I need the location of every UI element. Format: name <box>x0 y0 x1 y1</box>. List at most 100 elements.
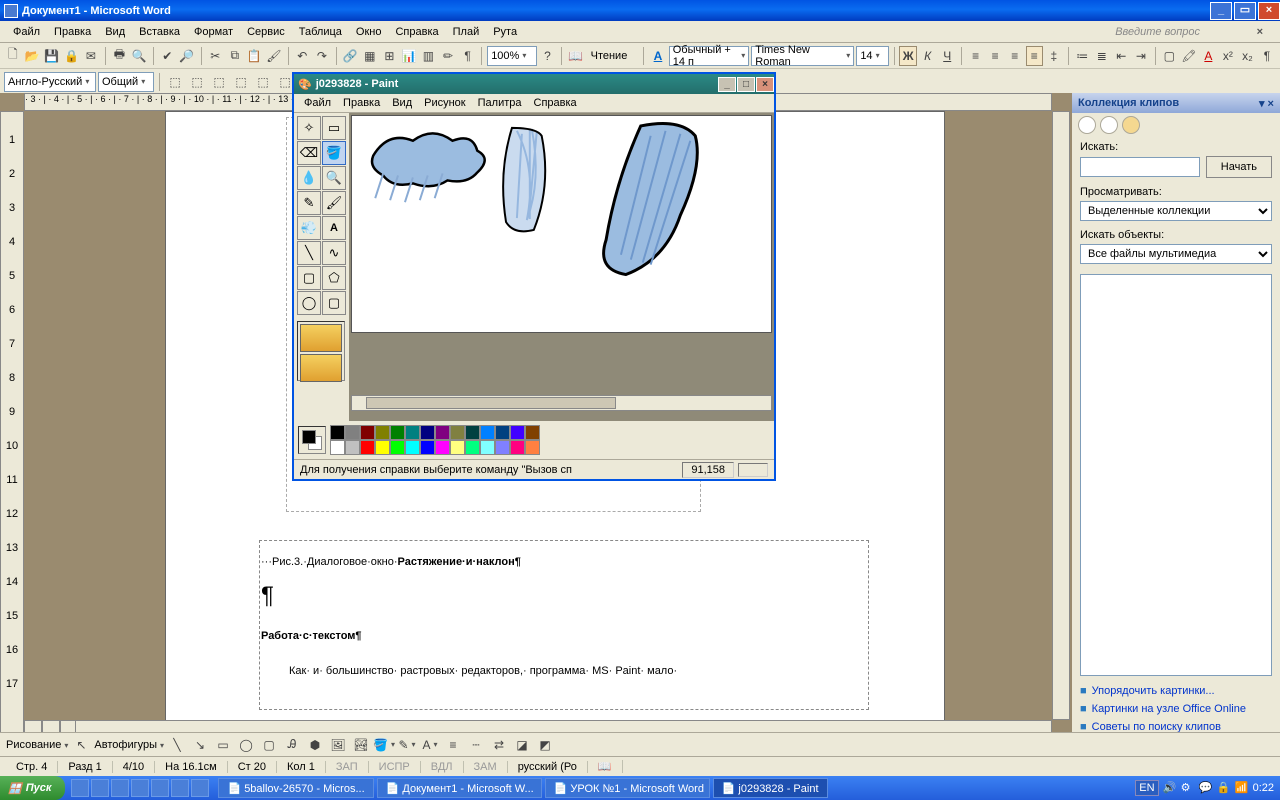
paint-menu-item[interactable]: Рисунок <box>418 96 472 110</box>
menu-окно[interactable]: Окно <box>349 24 389 40</box>
font-combo[interactable]: Times New Roman <box>751 46 854 66</box>
paint-close-btn[interactable]: × <box>756 77 774 92</box>
undo-icon[interactable]: ↶ <box>294 46 312 66</box>
tool-icon-5[interactable]: ⬚ <box>253 72 273 92</box>
copy-icon[interactable]: ⧉ <box>226 46 244 66</box>
spelling-icon[interactable]: ✔ <box>159 46 177 66</box>
menu-таблица[interactable]: Таблица <box>292 24 349 40</box>
color-swatch[interactable] <box>525 440 540 455</box>
start-button[interactable]: 🪟 Пуск <box>0 776 65 800</box>
font-color-icon[interactable]: А <box>1200 46 1218 66</box>
color-swatch[interactable] <box>420 440 435 455</box>
maximize-btn[interactable]: ▭ <box>1234 2 1256 20</box>
paint-menu-item[interactable]: Палитра <box>472 96 528 110</box>
picker-icon[interactable]: 💧 <box>297 166 321 190</box>
align-left-icon[interactable]: ≡ <box>967 46 985 66</box>
color-swatch[interactable] <box>390 440 405 455</box>
color-swatch[interactable] <box>465 425 480 440</box>
taskbar-button[interactable]: 📄 Документ1 - Microsoft W... <box>377 778 542 798</box>
browse-select[interactable]: Выделенные коллекции <box>1080 201 1272 221</box>
docmap-icon[interactable]: ¶ <box>459 46 477 66</box>
cut-icon[interactable]: ✂ <box>207 46 225 66</box>
color-swatch[interactable] <box>450 425 465 440</box>
color-swatch[interactable] <box>330 440 345 455</box>
curve-icon[interactable]: ∿ <box>322 241 346 265</box>
ruler-vertical[interactable]: 1234567891011121314151617 <box>0 111 24 736</box>
color-swatch[interactable] <box>405 440 420 455</box>
back-icon[interactable] <box>1078 116 1096 134</box>
insert-table-icon[interactable]: ⊞ <box>381 46 399 66</box>
color-swatch[interactable] <box>420 425 435 440</box>
menu-рута[interactable]: Рута <box>486 24 524 40</box>
drawing-menu[interactable]: Рисование <box>6 739 68 751</box>
tray-icon-1[interactable]: 🔊 <box>1163 781 1177 795</box>
color-swatch[interactable] <box>510 425 525 440</box>
read-icon[interactable]: 📖 <box>567 46 585 66</box>
clipart-icon[interactable]: 🖼 <box>328 735 348 755</box>
online-link[interactable]: Картинки на узле Office Online <box>1072 700 1280 718</box>
arrow-tool-icon[interactable]: ↘ <box>190 735 210 755</box>
color-swatch[interactable] <box>390 425 405 440</box>
read-label[interactable]: Чтение <box>587 50 632 62</box>
shadow-icon[interactable]: ◪ <box>512 735 532 755</box>
brush-icon[interactable]: 🖌 <box>322 191 346 215</box>
indent-icon[interactable]: ⇥ <box>1132 46 1150 66</box>
paint-menu-item[interactable]: Файл <box>298 96 337 110</box>
autoshapes-menu[interactable]: Автофигуры <box>94 739 164 751</box>
picture-icon[interactable]: 🏞 <box>351 735 371 755</box>
color-swatch[interactable] <box>495 425 510 440</box>
drawing-icon[interactable]: ✏ <box>439 46 457 66</box>
outdent-icon[interactable]: ⇤ <box>1113 46 1131 66</box>
3d-icon[interactable]: ◩ <box>535 735 555 755</box>
color-swatch[interactable] <box>465 440 480 455</box>
mode-combo[interactable]: Общий <box>98 72 154 92</box>
color-swatch[interactable] <box>345 425 360 440</box>
permission-icon[interactable]: 🔒 <box>63 46 81 66</box>
menu-вид[interactable]: Вид <box>98 24 132 40</box>
line-tool-icon[interactable]: ╲ <box>167 735 187 755</box>
color-swatch[interactable] <box>435 440 450 455</box>
color-swatch[interactable] <box>360 440 375 455</box>
paint-window[interactable]: 🎨 j0293828 - Paint _ □ × ФайлПравкаВидРи… <box>292 72 776 481</box>
color-swatch[interactable] <box>525 425 540 440</box>
arrow-style-icon[interactable]: ⇄ <box>489 735 509 755</box>
superscript-icon[interactable]: x² <box>1219 46 1237 66</box>
color-swatch[interactable] <box>375 440 390 455</box>
taskbar-button[interactable]: 📄 5ballov-26570 - Micros... <box>218 778 373 798</box>
select-objects-icon[interactable]: ↖ <box>71 735 91 755</box>
borders-icon[interactable]: ▢ <box>1161 46 1179 66</box>
bold-icon[interactable]: Ж <box>899 46 917 66</box>
roundrect-icon[interactable]: ▢ <box>322 291 346 315</box>
numbering-icon[interactable]: ≔ <box>1073 46 1091 66</box>
dash-style-icon[interactable]: ┄ <box>466 735 486 755</box>
forward-icon[interactable] <box>1100 116 1118 134</box>
current-colors[interactable] <box>298 426 326 454</box>
color-swatch[interactable] <box>480 440 495 455</box>
search-input[interactable] <box>1080 157 1200 177</box>
paint-min-btn[interactable]: _ <box>718 77 736 92</box>
ql-icon-3[interactable] <box>111 779 129 797</box>
tray-clock[interactable]: 0:22 <box>1253 782 1274 794</box>
new-icon[interactable]: 🗋 <box>4 46 22 66</box>
close-btn[interactable]: × <box>1258 2 1280 20</box>
subscript-icon[interactable]: x₂ <box>1239 46 1257 66</box>
color-swatch[interactable] <box>510 440 525 455</box>
tool-icon-2[interactable]: ⬚ <box>187 72 207 92</box>
menu-плай[interactable]: Плай <box>446 24 487 40</box>
highlight-icon[interactable]: 🖍 <box>1180 46 1198 66</box>
color-swatch[interactable] <box>345 440 360 455</box>
tool-icon-3[interactable]: ⬚ <box>209 72 229 92</box>
home-icon[interactable] <box>1122 116 1140 134</box>
line-color-icon[interactable]: ✎ <box>397 735 417 755</box>
line-style-icon[interactable]: ≡ <box>443 735 463 755</box>
color-swatch[interactable] <box>375 425 390 440</box>
ql-icon-2[interactable] <box>91 779 109 797</box>
ql-icon-5[interactable] <box>151 779 169 797</box>
magnifier-icon[interactable]: 🔍 <box>322 166 346 190</box>
tables-borders-icon[interactable]: ▦ <box>361 46 379 66</box>
align-right-icon[interactable]: ≡ <box>1006 46 1024 66</box>
tray-icon-4[interactable]: 🔒 <box>1217 781 1231 795</box>
paint-titlebar[interactable]: 🎨 j0293828 - Paint _ □ × <box>294 74 774 94</box>
taskbar-button[interactable]: 📄 j0293828 - Paint <box>713 778 828 798</box>
color-swatch[interactable] <box>495 440 510 455</box>
